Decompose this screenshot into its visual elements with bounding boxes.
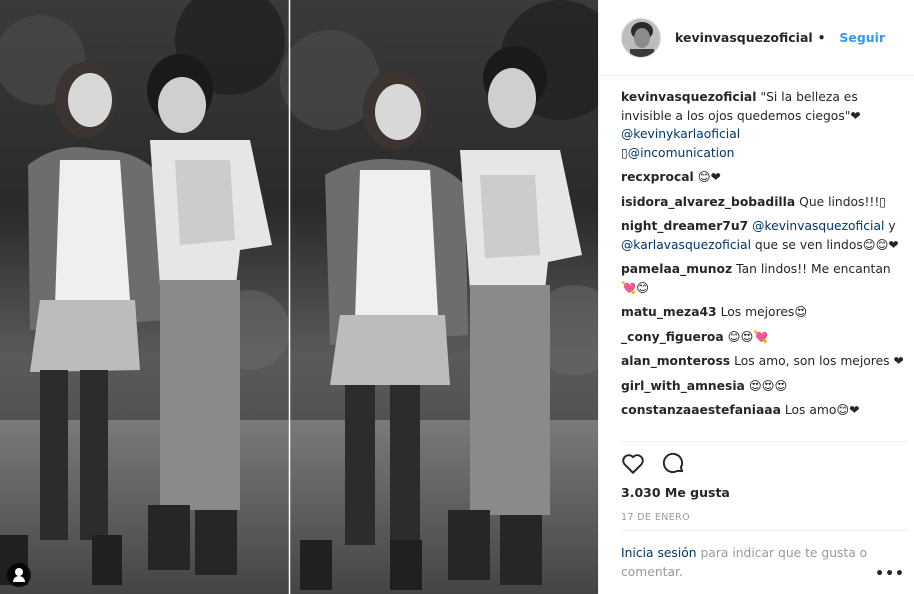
post-side-panel: kevinvasquezoficial • Seguir kevinvasque…: [598, 0, 914, 594]
post-caption: kevinvasquezoficial "Si la belleza es inv…: [621, 88, 907, 162]
heart-icon[interactable]: [620, 450, 646, 476]
author-avatar[interactable]: [621, 17, 661, 58]
post-actions: [620, 450, 686, 476]
comment-username[interactable]: isidora_alvarez_bobadilla: [621, 195, 795, 209]
comment-item: night_dreamer7u7 @kevinvasquezoficial y @…: [621, 217, 907, 254]
comment-item: recxprocal 😊❤: [621, 168, 907, 187]
comment-username[interactable]: pamelaa_munoz: [621, 262, 732, 276]
comment-username[interactable]: girl_with_amnesia: [621, 379, 745, 393]
comment-text: 😊😍💘: [727, 329, 769, 344]
login-prompt: Inicia sesión para indicar que te gusta …: [621, 544, 881, 581]
more-options-icon[interactable]: •••: [875, 566, 905, 582]
avatar-image: [622, 18, 660, 57]
caption-username[interactable]: kevinvasquezoficial: [621, 90, 756, 104]
comment-item: girl_with_amnesia 😍😍😍: [621, 377, 907, 396]
header-divider: [621, 75, 909, 76]
comment-text: y: [884, 219, 896, 233]
comment-item: _cony_figueroa 😊😍💘: [621, 328, 907, 347]
instagram-post: kevinvasquezoficial • Seguir kevinvasque…: [0, 0, 914, 594]
user-tag-icon[interactable]: [7, 563, 31, 587]
comment-item: constanzaaestefaniaaa Los amo😊❤: [621, 401, 907, 420]
comment-text: Los amo😊❤: [784, 403, 860, 417]
comment-mention[interactable]: @karlavasquezoficial: [621, 238, 751, 252]
caption-glyph: ▯: [621, 145, 628, 160]
photo-image: [0, 0, 598, 594]
comment-text: Los mejores😍: [720, 305, 808, 319]
header-separator: •: [817, 30, 826, 45]
comment-text: Los amo, son los mejores ❤: [734, 354, 904, 368]
actions-divider: [621, 441, 908, 442]
comment-username[interactable]: _cony_figueroa: [621, 330, 724, 344]
comment-text: que se ven lindos😊😊❤: [750, 237, 899, 252]
caption-mention-2[interactable]: @incomunication: [628, 146, 735, 160]
author-username[interactable]: kevinvasquezoficial: [675, 30, 813, 45]
comment-username[interactable]: night_dreamer7u7: [621, 219, 748, 233]
user-tag-icon-head: [15, 568, 23, 576]
caption-mention-1[interactable]: @kevinykarlaoficial: [621, 127, 740, 141]
comment-text: 😍😍😍: [748, 378, 788, 393]
comment-username[interactable]: constanzaaestefaniaaa: [621, 403, 781, 417]
comment-username[interactable]: alan_monteross: [621, 354, 730, 368]
post-header: kevinvasquezoficial • Seguir: [599, 0, 914, 76]
comment-text: 😊❤: [697, 170, 721, 184]
comments-list[interactable]: kevinvasquezoficial "Si la belleza es inv…: [621, 88, 907, 440]
user-tag-icon-body: [13, 576, 25, 582]
footer-divider: [621, 530, 908, 531]
comment-item: alan_monteross Los amo, son los mejores ❤: [621, 352, 907, 371]
comment-mention[interactable]: @kevinvasquezoficial: [752, 219, 884, 233]
post-date: 17 DE ENERO: [621, 512, 691, 523]
login-link[interactable]: Inicia sesión: [621, 546, 697, 560]
likes-count[interactable]: 3.030 Me gusta: [621, 485, 730, 500]
comment-username[interactable]: matu_meza43: [621, 305, 717, 319]
comment-text: Que lindos!!!▯: [799, 194, 887, 209]
comment-icon[interactable]: [660, 450, 686, 476]
post-photo[interactable]: [0, 0, 598, 594]
comment-item: isidora_alvarez_bobadilla Que lindos!!!▯: [621, 193, 907, 212]
comment-item: matu_meza43 Los mejores😍: [621, 303, 907, 322]
comment-item: pamelaa_munoz Tan lindos!! Me encantan 💘😊: [621, 260, 907, 297]
follow-button[interactable]: Seguir: [839, 30, 885, 45]
comment-username[interactable]: recxprocal: [621, 170, 694, 184]
